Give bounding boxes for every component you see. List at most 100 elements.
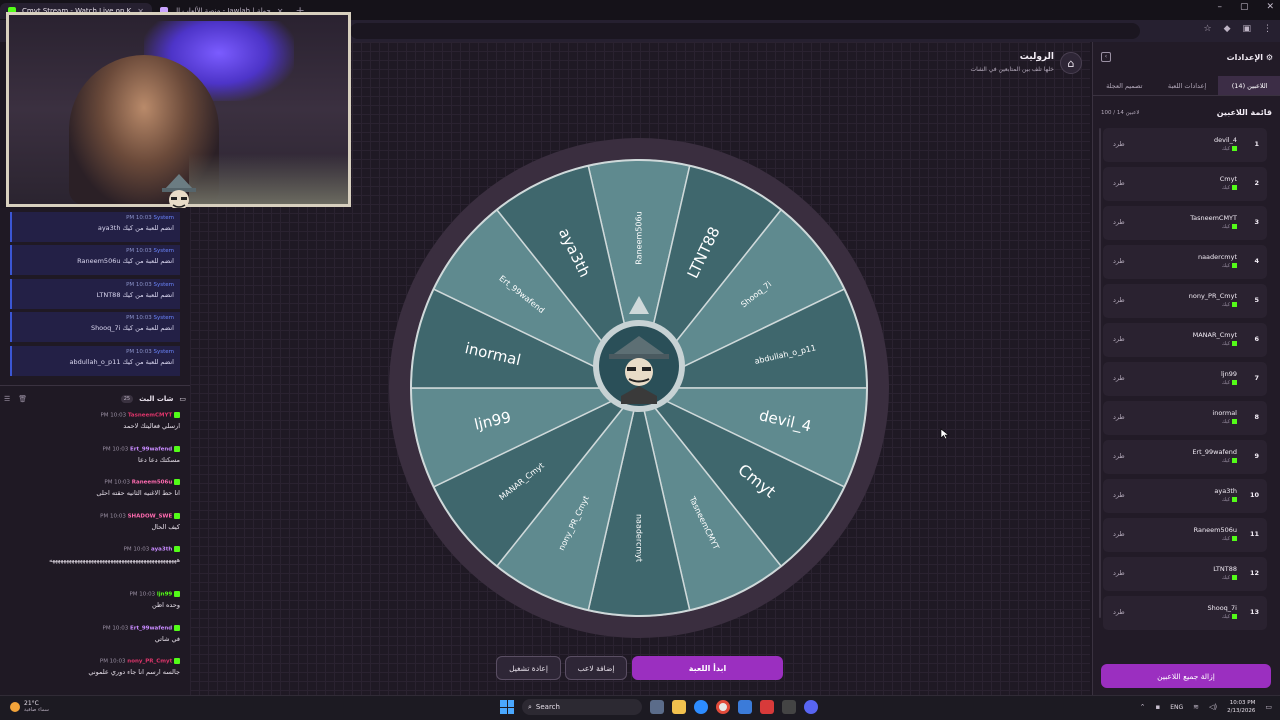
volume-icon[interactable]: ◁): [1209, 703, 1217, 711]
kick-player-button[interactable]: طرد: [1113, 413, 1125, 421]
chat-column: PM 10:03 System aya3th انضم للعبة من كيك…: [0, 208, 190, 695]
notification-icon[interactable]: ▭: [1265, 703, 1272, 711]
kick-player-button[interactable]: طرد: [1113, 452, 1125, 460]
trash-icon[interactable]: 🗑: [18, 395, 27, 403]
list-icon[interactable]: ☰: [4, 395, 10, 403]
message-author[interactable]: Ert_99wafend: [130, 626, 172, 632]
maximize-button[interactable]: ▢: [1240, 2, 1249, 12]
kick-badge-icon: [1232, 263, 1237, 268]
kick-player-button[interactable]: طرد: [1113, 296, 1125, 304]
remove-all-players-button[interactable]: إزالة جميع اللاعبين: [1101, 664, 1271, 688]
kick-player-button[interactable]: طرد: [1113, 374, 1125, 382]
player-row: 9 Ert_99wafend كيك طرد: [1103, 440, 1267, 474]
app-icon[interactable]: [760, 700, 774, 714]
add-player-button[interactable]: إضافة لاعب: [565, 656, 627, 680]
player-row: 12 LTNT88 كيك طرد: [1103, 557, 1267, 591]
extension-icon[interactable]: ◆: [1224, 24, 1231, 34]
wheel-segment-label: naadercmyt: [635, 514, 644, 562]
message-author[interactable]: nony_PR_Cmyt: [127, 659, 172, 665]
player-row: 11 Raneem506u كيك طرد: [1103, 518, 1267, 552]
kick-badge-icon: [174, 658, 180, 664]
roulette-wheel[interactable]: Raneem506u LTNT88 Shooq_7i abdullah_o_p11 de…: [389, 138, 889, 638]
chrome-icon[interactable]: [716, 700, 730, 714]
start-game-button[interactable]: ابدأ اللعبة: [632, 656, 783, 680]
kick-player-button[interactable]: طرد: [1113, 491, 1125, 499]
kick-badge-icon: [174, 625, 180, 631]
clock[interactable]: 10:03 PM 2/13/2026: [1227, 699, 1255, 715]
edge-icon[interactable]: [694, 700, 708, 714]
tray-icon[interactable]: ▪: [1155, 703, 1160, 711]
home-button[interactable]: ⌂: [1060, 52, 1082, 74]
message-author[interactable]: Ert_99wafend: [130, 447, 172, 453]
mail-icon[interactable]: [738, 700, 752, 714]
scrollbar[interactable]: [1099, 128, 1101, 618]
kick-player-button[interactable]: طرد: [1113, 140, 1125, 148]
windows-start-icon[interactable]: [500, 700, 514, 714]
language-indicator[interactable]: ENG: [1170, 704, 1183, 711]
kick-player-button[interactable]: طرد: [1113, 218, 1125, 226]
platform-label: كيك: [1221, 575, 1230, 581]
file-explorer-icon[interactable]: [672, 700, 686, 714]
message-author[interactable]: ljn99: [157, 592, 172, 598]
kick-player-button[interactable]: طرد: [1113, 179, 1125, 187]
player-row: 8 inormal كيك طرد: [1103, 401, 1267, 435]
chevron-up-icon[interactable]: ⌃: [1140, 703, 1146, 711]
star-icon[interactable]: ☆: [1203, 24, 1211, 34]
message-author[interactable]: aya3th: [151, 547, 172, 553]
kick-player-button[interactable]: طرد: [1113, 569, 1125, 577]
taskbar-search[interactable]: ⌕ Search: [522, 699, 642, 715]
message-time: PM 10:03: [126, 248, 152, 254]
collapse-panel-icon[interactable]: ‹: [1101, 52, 1111, 62]
message-author[interactable]: SHADOW_SWE: [128, 514, 173, 520]
player-name: TasneemCMYT: [1190, 214, 1237, 222]
message-time: PM 10:03: [102, 446, 129, 453]
message-text: في شاتي: [154, 634, 180, 643]
message-text: aya3th انضم للعبة من كيك: [97, 224, 174, 232]
weather-widget[interactable]: 21°C سماء صافية: [10, 700, 49, 713]
player-platform: كيك: [1222, 614, 1237, 620]
kick-badge-icon: [1232, 146, 1237, 151]
app-icon[interactable]: [782, 700, 796, 714]
minimize-button[interactable]: –: [1217, 2, 1222, 12]
settings-header: ‹ الإعدادات ⚙: [1093, 50, 1280, 68]
player-number: 7: [1254, 374, 1259, 382]
url-field[interactable]: [350, 23, 1140, 39]
player-platform: كيك: [1222, 380, 1237, 386]
toolbar-icons: ☆ ◆ ▣ ⋮: [1203, 24, 1272, 34]
kick-badge-icon: [1232, 185, 1237, 190]
message-sender: System: [153, 349, 174, 355]
mouse-cursor-icon: [940, 428, 950, 440]
player-row: 2 Cmyt كيك طرد: [1103, 167, 1267, 201]
tab-players[interactable]: اللاعبين (14): [1218, 76, 1280, 95]
platform-label: كيك: [1221, 380, 1230, 386]
wifi-icon[interactable]: ≋: [1193, 703, 1199, 711]
message-sender: System: [153, 282, 174, 288]
kick-player-button[interactable]: طرد: [1113, 335, 1125, 343]
wheel-segment-label: Raneem506u: [635, 211, 644, 264]
wheel-svg: Raneem506u LTNT88Shooq_7iabdullah_o_p11de…: [389, 138, 889, 638]
player-number: 2: [1254, 179, 1259, 187]
chat-message: PM 10:03 nony_PR_Cmyt جالسه ارسم انا جاء…: [6, 658, 180, 676]
task-view-icon[interactable]: [650, 700, 664, 714]
replay-button[interactable]: إعادة تشغيل: [496, 656, 561, 680]
menu-icon[interactable]: ⋮: [1263, 24, 1272, 34]
kick-player-button[interactable]: طرد: [1113, 530, 1125, 538]
kick-player-button[interactable]: طرد: [1113, 257, 1125, 265]
player-number: 4: [1254, 257, 1259, 265]
search-icon: ⌕: [528, 702, 532, 711]
chat-count-badge: 25: [120, 395, 134, 403]
taskbar-apps: ⌕ Search: [500, 699, 818, 715]
player-row: 10 aya3th كيك طرد: [1103, 479, 1267, 513]
player-row: 7 ljn99 كيك طرد: [1103, 362, 1267, 396]
chat-message: PM 10:03 SHADOW_SWE كيف الحال: [6, 513, 180, 531]
message-author[interactable]: Raneem506u: [132, 480, 172, 486]
kick-player-button[interactable]: طرد: [1113, 608, 1125, 616]
extensions-puzzle-icon[interactable]: ▣: [1242, 24, 1251, 34]
close-window-button[interactable]: ✕: [1266, 2, 1274, 12]
player-row: 3 TasneemCMYT كيك طرد: [1103, 206, 1267, 240]
chat-title: شات البث: [139, 395, 174, 403]
tab-game-settings[interactable]: إعدادات اللعبة: [1156, 76, 1219, 95]
tab-wheel-design[interactable]: تصميم العجلة: [1093, 76, 1156, 95]
discord-icon[interactable]: [804, 700, 818, 714]
message-author[interactable]: TasneemCMYT: [128, 413, 172, 419]
